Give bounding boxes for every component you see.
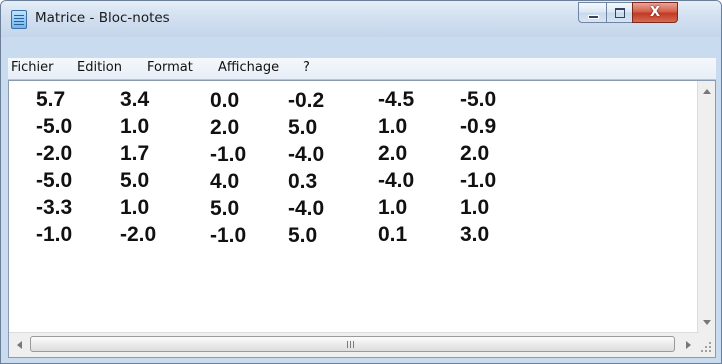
matrix-cell: -4.5 [378,88,415,111]
menu-edition[interactable]: Edition [77,60,122,75]
matrix-cell: -1.0 [36,223,73,246]
maximize-icon [615,8,625,18]
matrix-cell: -2.0 [120,223,157,246]
text-editor[interactable]: 5.7 3.4 0.0 -0.2 -4.5 -5.0 -5.0 1.0 2.0 … [8,80,716,358]
menu-affichage[interactable]: Affichage [218,60,279,75]
matrix-cell: 5.0 [288,116,318,139]
menu-help[interactable]: ? [303,60,310,75]
matrix-cell: -0.2 [288,89,325,112]
matrix-cell: -0.9 [460,115,497,138]
scroll-down-arrow-icon[interactable] [703,320,711,325]
vertical-scrollbar[interactable] [697,81,715,333]
minimize-button[interactable] [578,2,607,23]
maximize-button[interactable] [606,2,633,23]
horizontal-scroll-thumb[interactable] [30,336,675,352]
matrix-cell: 2.0 [460,142,490,165]
menu-bar: Fichier Edition Format Affichage ? [8,58,716,80]
matrix-cell: 1.0 [120,115,150,138]
matrix-cell: -4.0 [378,169,415,192]
matrix-cell: -5.0 [460,88,497,111]
matrix-cell: -5.0 [36,115,73,138]
notepad-icon[interactable] [11,10,27,29]
matrix-cell: 5.0 [288,224,318,247]
menu-format[interactable]: Format [147,60,193,75]
matrix-cell: -5.0 [36,169,73,192]
title-bar[interactable]: Matrice - Bloc-notes X [1,1,721,37]
matrix-cell: -1.0 [210,143,247,166]
horizontal-scrollbar[interactable] [9,332,699,357]
matrix-cell: 0.3 [288,170,318,193]
window-title: Matrice - Bloc-notes [35,10,170,26]
matrix-cell: 3.0 [460,223,490,246]
close-icon: X [649,5,661,20]
grip-icon [347,341,348,348]
matrix-cell: 1.0 [378,115,408,138]
scroll-left-arrow-icon[interactable] [17,341,22,349]
matrix-cell: 0.0 [210,89,240,112]
scroll-right-arrow-icon[interactable] [686,341,691,349]
resize-grip[interactable] [698,333,715,357]
menu-fichier[interactable]: Fichier [11,60,54,75]
matrix-cell: 5.0 [120,169,150,192]
matrix-cell: 3.4 [120,88,150,111]
matrix-cell: 1.0 [460,196,490,219]
notepad-window: Matrice - Bloc-notes X Fichier Edition F… [0,0,722,364]
matrix-cell: -1.0 [460,169,497,192]
matrix-cell: 0.1 [378,223,408,246]
matrix-cell: 1.7 [120,142,150,165]
scroll-up-arrow-icon[interactable] [703,89,711,94]
matrix-cell: -2.0 [36,142,73,165]
matrix-cell: 1.0 [120,196,150,219]
matrix-cell: -1.0 [210,224,247,247]
matrix-cell: 4.0 [210,170,240,193]
matrix-cell: 2.0 [210,116,240,139]
matrix-cell: 5.0 [210,197,240,220]
matrix-cell: 5.7 [36,88,66,111]
close-button[interactable]: X [632,2,678,23]
minimize-icon [588,15,599,19]
matrix-cell: -4.0 [288,143,325,166]
matrix-cell: 1.0 [378,196,408,219]
matrix-cell: -4.0 [288,197,325,220]
matrix-cell: 2.0 [378,142,408,165]
matrix-cell: -3.3 [36,196,73,219]
document-text[interactable]: 5.7 3.4 0.0 -0.2 -4.5 -5.0 -5.0 1.0 2.0 … [9,81,699,333]
